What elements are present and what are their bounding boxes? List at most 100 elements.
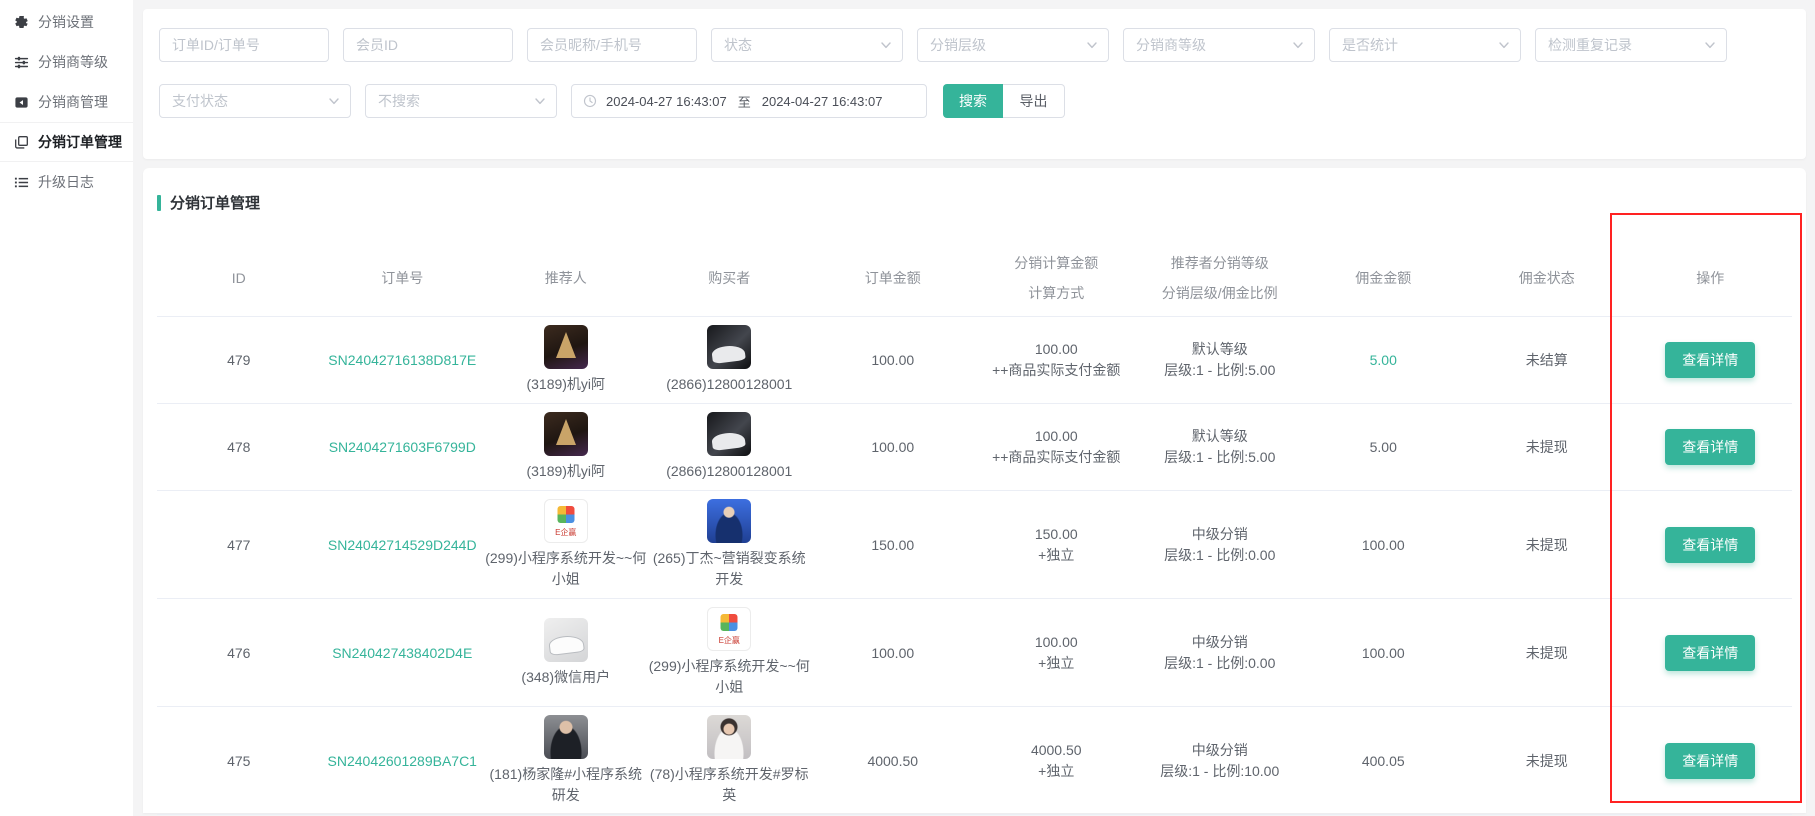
cell-order-amount: 100.00 xyxy=(811,645,975,661)
calc-method: ++商品实际支付金额 xyxy=(975,447,1139,468)
view-detail-button[interactable]: 查看详情 xyxy=(1665,342,1755,378)
filter-select-label: 支付状态 xyxy=(172,91,228,111)
order-id: 476 xyxy=(227,645,250,661)
filter-row-2: 支付状态 不搜索 2024-04-27 16:43:07 至 2024-04-2… xyxy=(159,84,1790,118)
filter-input[interactable] xyxy=(159,28,329,62)
date-end[interactable]: 2024-04-27 16:43:07 xyxy=(762,94,883,109)
sidebar-item-log[interactable]: 升级日志 xyxy=(0,162,133,202)
commission-status: 未提现 xyxy=(1526,439,1568,455)
order-number-link[interactable]: SN24042716138D817E xyxy=(328,352,476,368)
referrer-avatar xyxy=(544,715,588,759)
main-content: 状态 分销层级 分销商等级 是否统计 检测重复记录 支付状态 不搜索 xyxy=(143,0,1806,813)
filter-select[interactable]: 分销商等级 xyxy=(1123,28,1315,62)
date-start[interactable]: 2024-04-27 16:43:07 xyxy=(606,94,727,109)
view-detail-button[interactable]: 查看详情 xyxy=(1665,429,1755,465)
filter-input[interactable] xyxy=(527,28,697,62)
cell-calc: 100.00 +独立 xyxy=(975,632,1139,674)
referrer-avatar xyxy=(544,325,588,369)
sidebar-item-label: 分销设置 xyxy=(38,12,94,32)
calc-method: +独立 xyxy=(975,653,1139,674)
sidebar-item-sliders[interactable]: 分销商等级 xyxy=(0,42,133,82)
chevron-down-icon xyxy=(1498,39,1510,51)
sidebar-item-gear[interactable]: 分销设置 xyxy=(0,2,133,42)
calc-amount: 150.00 xyxy=(975,524,1139,545)
filter-select[interactable]: 支付状态 xyxy=(159,84,351,118)
sidebar-item-icon xyxy=(13,14,29,30)
filter-select[interactable]: 是否统计 xyxy=(1329,28,1521,62)
cell-order-no: SN24042601289BA7C1 xyxy=(321,753,485,769)
order-number-link[interactable]: SN24042601289BA7C1 xyxy=(328,753,477,769)
commission-status: 未提现 xyxy=(1526,537,1568,553)
filter-select[interactable]: 状态 xyxy=(711,28,903,62)
order-amount: 4000.50 xyxy=(867,753,918,769)
filter-select[interactable]: 分销层级 xyxy=(917,28,1109,62)
filter-select-label: 分销层级 xyxy=(930,35,986,55)
sidebar-item-orders[interactable]: 分销订单管理 xyxy=(0,122,133,162)
grade-detail: 层级:1 - 比例:5.00 xyxy=(1138,447,1302,468)
sidebar-item-label: 升级日志 xyxy=(38,172,94,192)
chevron-down-icon xyxy=(328,95,340,107)
sidebar-item-icon xyxy=(13,174,29,190)
cell-order-amount: 100.00 xyxy=(811,439,975,455)
cell-commission: 100.00 xyxy=(1302,537,1466,553)
page-title: 分销订单管理 xyxy=(170,192,260,213)
cell-commission: 5.00 xyxy=(1302,439,1466,455)
cell-order-amount: 100.00 xyxy=(811,352,975,368)
filter-buttons: 搜索 导出 xyxy=(943,84,1065,118)
order-id: 478 xyxy=(227,439,250,455)
commission-amount: 5.00 xyxy=(1370,352,1397,368)
grade-detail: 层级:1 - 比例:0.00 xyxy=(1138,653,1302,674)
sidebar-item-icon xyxy=(13,54,29,70)
column-header: 推荐者分销等级分销层级/佣金比例 xyxy=(1138,248,1302,308)
cell-action: 查看详情 xyxy=(1629,429,1793,465)
column-header: ID xyxy=(157,263,321,293)
sidebar-item-icon xyxy=(13,94,29,110)
cell-action: 查看详情 xyxy=(1629,342,1793,378)
referrer-grade: 默认等级 xyxy=(1138,339,1302,360)
view-detail-button[interactable]: 查看详情 xyxy=(1665,527,1755,563)
cell-id: 475 xyxy=(157,753,321,769)
commission-amount: 5.00 xyxy=(1370,439,1397,455)
buyer-name: (265)丁杰~营销裂变系统开发 xyxy=(648,548,812,590)
order-number-link[interactable]: SN24042714529D244D xyxy=(328,537,477,553)
cell-buyer: (2866)12800128001 xyxy=(648,325,812,395)
table-row: 477 SN24042714529D244D (299)小程序系统开发~~何小姐… xyxy=(157,491,1792,599)
export-button[interactable]: 导出 xyxy=(1003,84,1065,118)
cell-order-no: SN24042716138D817E xyxy=(321,352,485,368)
date-range-picker[interactable]: 2024-04-27 16:43:07 至 2024-04-27 16:43:0… xyxy=(571,84,927,118)
cell-buyer: (299)小程序系统开发~~何小姐 xyxy=(648,607,812,698)
cell-commission: 400.05 xyxy=(1302,753,1466,769)
cell-grade: 默认等级 层级:1 - 比例:5.00 xyxy=(1138,426,1302,468)
cell-referrer: (3189)机yi阿 xyxy=(484,412,648,482)
referrer-grade: 中级分销 xyxy=(1138,632,1302,653)
column-header: 操作 xyxy=(1629,263,1793,293)
filter-select[interactable]: 检测重复记录 xyxy=(1535,28,1727,62)
cell-status: 未提现 xyxy=(1465,643,1629,663)
cell-id: 477 xyxy=(157,537,321,553)
view-detail-button[interactable]: 查看详情 xyxy=(1665,743,1755,779)
commission-amount: 100.00 xyxy=(1362,537,1405,553)
chevron-down-icon xyxy=(1704,39,1716,51)
referrer-name: (348)微信用户 xyxy=(521,667,610,688)
cell-referrer: (181)杨家隆#小程序系统研发 xyxy=(484,715,648,806)
order-number-link[interactable]: SN240427438402D4E xyxy=(332,645,472,661)
search-button[interactable]: 搜索 xyxy=(943,84,1003,118)
filter-select[interactable]: 不搜索 xyxy=(365,84,557,118)
cell-grade: 中级分销 层级:1 - 比例:0.00 xyxy=(1138,632,1302,674)
cell-action: 查看详情 xyxy=(1629,743,1793,779)
order-amount: 100.00 xyxy=(871,352,914,368)
referrer-avatar xyxy=(544,499,588,543)
sidebar-item-manage[interactable]: 分销商管理 xyxy=(0,82,133,122)
filter-input[interactable] xyxy=(343,28,513,62)
grade-detail: 层级:1 - 比例:10.00 xyxy=(1138,761,1302,782)
table-body: 479 SN24042716138D817E (3189)机yi阿 (2866)… xyxy=(157,317,1792,815)
cell-status: 未提现 xyxy=(1465,437,1629,457)
cell-status: 未提现 xyxy=(1465,535,1629,555)
table-row: 475 SN24042601289BA7C1 (181)杨家隆#小程序系统研发 … xyxy=(157,707,1792,815)
column-header: 分销计算金额计算方式 xyxy=(975,248,1139,308)
cell-commission: 5.00 xyxy=(1302,352,1466,368)
sidebar-item-label: 分销商等级 xyxy=(38,52,108,72)
view-detail-button[interactable]: 查看详情 xyxy=(1665,635,1755,671)
cell-buyer: (78)小程序系统开发#罗标英 xyxy=(648,715,812,806)
order-number-link[interactable]: SN2404271603F6799D xyxy=(329,439,476,455)
